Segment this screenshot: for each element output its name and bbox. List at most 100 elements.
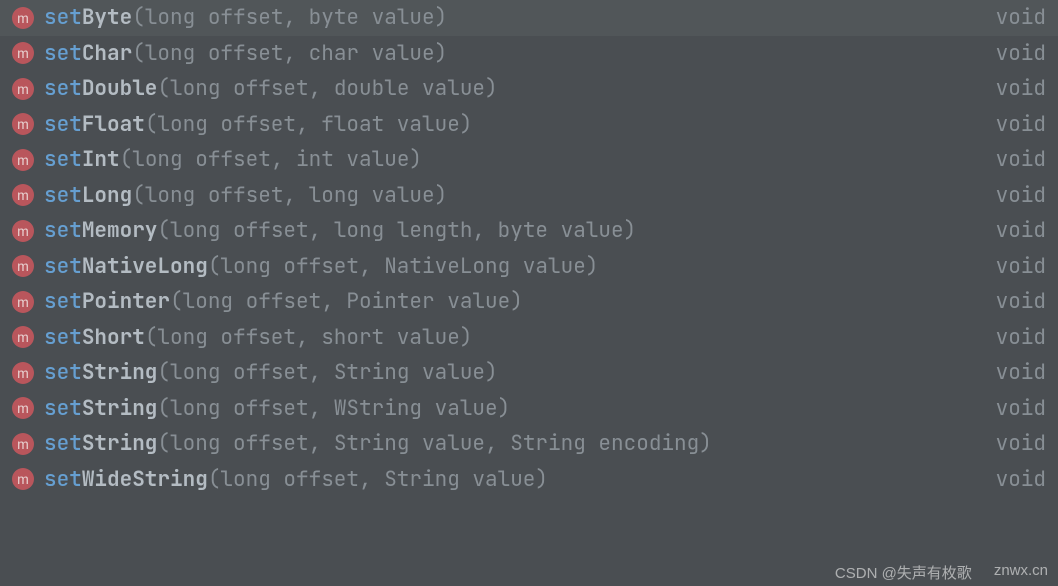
completion-item[interactable]: msetString(long offset, WString value)vo… xyxy=(0,391,1058,427)
method-icon: m xyxy=(12,7,34,29)
method-signature: setShort(long offset, short value) xyxy=(44,324,966,351)
method-params: (long offset, double value) xyxy=(157,75,497,102)
completion-item[interactable]: msetString(long offset, String value, St… xyxy=(0,426,1058,462)
method-prefix: set xyxy=(44,395,82,422)
method-name: String xyxy=(82,359,158,386)
method-params: (long offset, byte value) xyxy=(132,4,447,31)
method-prefix: set xyxy=(44,111,82,138)
method-params: (long offset, NativeLong value) xyxy=(208,253,599,280)
method-icon: m xyxy=(12,255,34,277)
method-prefix: set xyxy=(44,146,82,173)
method-signature: setChar(long offset, char value) xyxy=(44,40,966,67)
method-name: NativeLong xyxy=(82,253,208,280)
return-type: void xyxy=(966,182,1046,209)
return-type: void xyxy=(966,359,1046,386)
method-name: Pointer xyxy=(82,288,170,315)
completion-item[interactable]: msetDouble(long offset, double value)voi… xyxy=(0,71,1058,107)
method-prefix: set xyxy=(44,430,82,457)
return-type: void xyxy=(966,288,1046,315)
completion-item[interactable]: msetByte(long offset, byte value)void xyxy=(0,0,1058,36)
method-icon: m xyxy=(12,149,34,171)
completion-item[interactable]: msetChar(long offset, char value)void xyxy=(0,36,1058,72)
return-type: void xyxy=(966,217,1046,244)
method-icon: m xyxy=(12,362,34,384)
return-type: void xyxy=(966,324,1046,351)
completion-item[interactable]: msetFloat(long offset, float value)void xyxy=(0,107,1058,143)
completion-item[interactable]: msetString(long offset, String value)voi… xyxy=(0,355,1058,391)
method-prefix: set xyxy=(44,288,82,315)
method-signature: setString(long offset, WString value) xyxy=(44,395,966,422)
method-name: WideString xyxy=(82,466,208,493)
return-type: void xyxy=(966,40,1046,67)
completion-item[interactable]: msetLong(long offset, long value)void xyxy=(0,178,1058,214)
method-prefix: set xyxy=(44,217,82,244)
method-signature: setLong(long offset, long value) xyxy=(44,182,966,209)
method-signature: setInt(long offset, int value) xyxy=(44,146,966,173)
method-prefix: set xyxy=(44,324,82,351)
method-prefix: set xyxy=(44,75,82,102)
method-name: Memory xyxy=(82,217,158,244)
method-name: Double xyxy=(82,75,158,102)
method-icon: m xyxy=(12,184,34,206)
method-signature: setNativeLong(long offset, NativeLong va… xyxy=(44,253,966,280)
method-params: (long offset, int value) xyxy=(120,146,422,173)
method-signature: setPointer(long offset, Pointer value) xyxy=(44,288,966,315)
method-params: (long offset, String value) xyxy=(208,466,548,493)
method-params: (long offset, String value, String encod… xyxy=(157,430,711,457)
method-signature: setString(long offset, String value, Str… xyxy=(44,430,966,457)
method-params: (long offset, long length, byte value) xyxy=(157,217,636,244)
method-name: Short xyxy=(82,324,145,351)
method-name: String xyxy=(82,430,158,457)
method-name: Int xyxy=(82,146,120,173)
method-icon: m xyxy=(12,113,34,135)
completion-item[interactable]: msetNativeLong(long offset, NativeLong v… xyxy=(0,249,1058,285)
method-prefix: set xyxy=(44,466,82,493)
method-name: String xyxy=(82,395,158,422)
completion-item[interactable]: msetInt(long offset, int value)void xyxy=(0,142,1058,178)
method-params: (long offset, short value) xyxy=(145,324,473,351)
method-prefix: set xyxy=(44,253,82,280)
method-icon: m xyxy=(12,42,34,64)
method-icon: m xyxy=(12,78,34,100)
method-params: (long offset, long value) xyxy=(132,182,447,209)
method-prefix: set xyxy=(44,182,82,209)
method-icon: m xyxy=(12,220,34,242)
method-params: (long offset, WString value) xyxy=(157,395,510,422)
method-icon: m xyxy=(12,291,34,313)
method-icon: m xyxy=(12,397,34,419)
method-signature: setMemory(long offset, long length, byte… xyxy=(44,217,966,244)
method-name: Char xyxy=(82,40,132,67)
method-name: Long xyxy=(82,182,132,209)
method-params: (long offset, float value) xyxy=(145,111,473,138)
method-icon: m xyxy=(12,433,34,455)
method-name: Float xyxy=(82,111,145,138)
method-signature: setByte(long offset, byte value) xyxy=(44,4,966,31)
method-params: (long offset, String value) xyxy=(157,359,497,386)
completion-item[interactable]: msetMemory(long offset, long length, byt… xyxy=(0,213,1058,249)
method-signature: setDouble(long offset, double value) xyxy=(44,75,966,102)
method-prefix: set xyxy=(44,359,82,386)
return-type: void xyxy=(966,111,1046,138)
return-type: void xyxy=(966,395,1046,422)
return-type: void xyxy=(966,146,1046,173)
method-icon: m xyxy=(12,468,34,490)
completion-item[interactable]: msetPointer(long offset, Pointer value)v… xyxy=(0,284,1058,320)
method-signature: setFloat(long offset, float value) xyxy=(44,111,966,138)
return-type: void xyxy=(966,253,1046,280)
method-prefix: set xyxy=(44,40,82,67)
method-signature: setWideString(long offset, String value) xyxy=(44,466,966,493)
method-prefix: set xyxy=(44,4,82,31)
return-type: void xyxy=(966,430,1046,457)
completion-popup: msetByte(long offset, byte value)voidmse… xyxy=(0,0,1058,586)
return-type: void xyxy=(966,75,1046,102)
method-params: (long offset, char value) xyxy=(132,40,447,67)
completion-item[interactable]: msetShort(long offset, short value)void xyxy=(0,320,1058,356)
return-type: void xyxy=(966,4,1046,31)
method-icon: m xyxy=(12,326,34,348)
completion-rows: msetByte(long offset, byte value)voidmse… xyxy=(0,0,1058,497)
method-signature: setString(long offset, String value) xyxy=(44,359,966,386)
method-params: (long offset, Pointer value) xyxy=(170,288,523,315)
completion-item[interactable]: msetWideString(long offset, String value… xyxy=(0,462,1058,498)
method-name: Byte xyxy=(82,4,132,31)
return-type: void xyxy=(966,466,1046,493)
